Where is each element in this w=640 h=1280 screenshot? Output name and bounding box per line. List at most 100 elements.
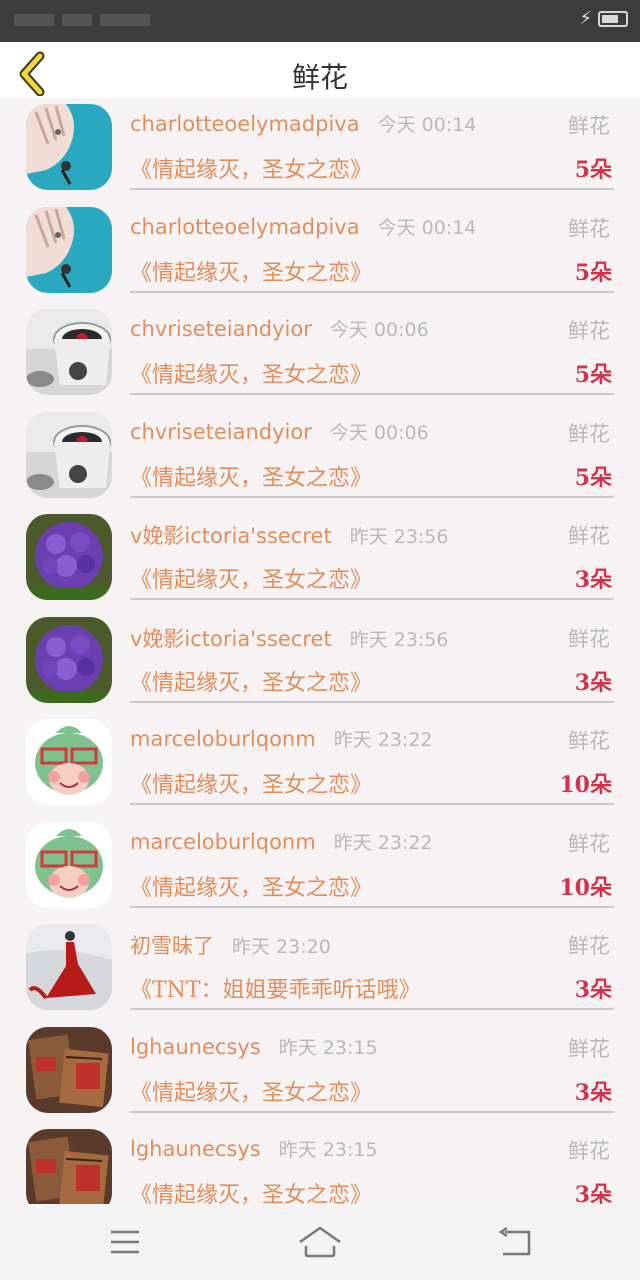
username[interactable]: v娩影ictoria'ssecret (130, 627, 332, 651)
avatar[interactable] (26, 822, 112, 908)
divider (130, 393, 614, 395)
list-item[interactable]: v娩影ictoria'ssecret 昨天 23:56 鲜花《情起缘灭，圣女之恋》 3… (0, 611, 640, 713)
gift-count: 5朵 (574, 362, 612, 388)
avatar[interactable] (26, 924, 112, 1010)
timestamp: 昨天 23:56 (349, 526, 449, 548)
username[interactable]: lghaunecsys (130, 1137, 261, 1161)
work-title-link[interactable]: 《TNT：姐姐要乖乖听话哦》 (130, 972, 421, 1004)
username[interactable]: lghaunecsys (130, 1035, 261, 1059)
list-item[interactable]: marceloburlqonm 昨天 23:22 鲜花《情起缘灭，圣女之恋》 10朵 (0, 713, 640, 815)
gift-type: 鲜花 (568, 1139, 610, 1163)
list-item[interactable]: marceloburlqonm 昨天 23:22 鲜花 《情起缘灭，圣女之恋》 10朵 (0, 816, 640, 918)
gift-type: 鲜花 (568, 524, 610, 548)
username[interactable]: v娩影ictoria'ssecret (130, 524, 332, 548)
username[interactable]: 初雪昧了 (130, 934, 214, 958)
username[interactable]: charlotteoelymadpiva (130, 215, 360, 239)
menu-icon (111, 1230, 139, 1254)
avatar[interactable] (26, 1129, 112, 1204)
charging-icon: ⚡ (579, 8, 592, 29)
gift-type: 鲜花 (568, 627, 610, 651)
list-item[interactable]: lghaunecsys 昨天 23:15 鲜花《情起缘灭，圣女之恋》 3朵 (0, 1123, 640, 1204)
avatar[interactable] (26, 309, 112, 395)
system-nav-bar (0, 1204, 640, 1280)
username[interactable]: chvriseteiandyior (130, 317, 312, 341)
list-item[interactable]: charlotteoelymadpiva 今天 00:14 鲜花《情起缘灭，圣女之恋… (0, 98, 640, 200)
username[interactable]: charlotteoelymadpiva (130, 112, 360, 136)
gift-count: 3朵 (574, 567, 612, 593)
list-item[interactable]: 初雪昧了 昨天 23:20 鲜花《TNT：姐姐要乖乖听话哦》 3朵 (0, 918, 640, 1020)
home-button[interactable] (290, 1220, 350, 1264)
avatar[interactable] (26, 719, 112, 805)
username[interactable]: chvriseteiandyior (130, 420, 312, 444)
divider (130, 1111, 614, 1113)
list-item[interactable]: v娩影ictoria'ssecret 昨天 23:56 鲜花《情起缘灭，圣女之恋》 3… (0, 508, 640, 610)
back-arrow-icon (498, 1226, 531, 1256)
gift-count: 3朵 (574, 1182, 612, 1204)
divider (130, 701, 614, 703)
gift-count: 10朵 (559, 772, 612, 798)
username[interactable]: marceloburlqonm (130, 727, 316, 751)
gift-count: 3朵 (574, 670, 612, 696)
divider (130, 803, 614, 805)
gift-count: 5朵 (574, 465, 612, 491)
gift-type: 鲜花 (568, 422, 610, 446)
timestamp: 今天 00:06 (329, 422, 429, 444)
divider (130, 1008, 614, 1010)
avatar[interactable] (26, 1027, 112, 1113)
gift-type: 鲜花 (568, 217, 610, 241)
work-title-link[interactable]: 《情起缘灭，圣女之恋》 (130, 152, 372, 184)
username[interactable]: marceloburlqonm (130, 830, 316, 854)
work-title-link[interactable]: 《情起缘灭，圣女之恋》 (130, 1177, 372, 1204)
list-item[interactable]: chvriseteiandyior 今天 00:06 鲜花《情起缘灭，圣女之恋》 5朵 (0, 406, 640, 508)
work-title-link[interactable]: 《情起缘灭，圣女之恋》 (130, 357, 372, 389)
menu-button[interactable] (95, 1220, 155, 1264)
gift-count: 5朵 (574, 157, 612, 183)
gift-type: 鲜花 (568, 319, 610, 343)
home-icon (299, 1226, 341, 1258)
gift-list[interactable]: charlotteoelymadpiva 今天 00:14 鲜花 《情起缘灭，圣女之恋… (0, 98, 640, 1204)
timestamp: 昨天 23:15 (278, 1139, 378, 1161)
timestamp: 昨天 23:20 (232, 936, 331, 958)
status-bar: ⚡ (0, 0, 640, 42)
work-title-link[interactable]: 《情起缘灭，圣女之恋》 (130, 460, 372, 492)
gift-type: 鲜花 (568, 934, 610, 958)
list-item[interactable]: charlotteoelymadpiva 今天 00:14 鲜花《情起缘灭，圣女之恋… (0, 201, 640, 303)
avatar[interactable] (26, 104, 112, 190)
list-item[interactable]: chvriseteiandyior 今天 00:06 鲜花《情起缘灭，圣女之恋》 5朵 (0, 303, 640, 405)
timestamp: 今天 00:14 (377, 114, 477, 136)
timestamp: 昨天 23:15 (278, 1037, 378, 1059)
work-title-link[interactable]: 《情起缘灭，圣女之恋》 (130, 255, 372, 287)
gift-type: 鲜花 (568, 1037, 610, 1061)
status-indicators (14, 10, 174, 28)
timestamp: 昨天 23:22 (333, 832, 433, 854)
avatar[interactable] (26, 207, 112, 293)
divider (130, 496, 614, 498)
timestamp: 今天 00:14 (377, 217, 477, 239)
work-title-link[interactable]: 《情起缘灭，圣女之恋》 (130, 562, 372, 594)
work-title-link[interactable]: 《情起缘灭，圣女之恋》 (130, 767, 372, 799)
avatar[interactable] (26, 514, 112, 600)
gift-count: 5朵 (574, 260, 612, 286)
list-item[interactable]: lghaunecsys 昨天 23:15 鲜花《情起缘灭，圣女之恋》 3朵 (0, 1021, 640, 1123)
gift-type: 鲜花 (568, 114, 610, 138)
gift-type: 鲜花 (568, 832, 610, 856)
work-title-link[interactable]: 《情起缘灭，圣女之恋》 (130, 870, 372, 902)
avatar[interactable] (26, 412, 112, 498)
gift-count: 3朵 (574, 977, 612, 1003)
divider (130, 188, 614, 190)
work-title-link[interactable]: 《情起缘灭，圣女之恋》 (130, 665, 372, 697)
timestamp: 昨天 23:56 (349, 629, 449, 651)
divider (130, 291, 614, 293)
divider (130, 906, 614, 908)
divider (130, 598, 614, 600)
avatar[interactable] (26, 617, 112, 703)
gift-type: 鲜花 (568, 729, 610, 753)
timestamp: 昨天 23:22 (333, 729, 433, 751)
work-title-link[interactable]: 《情起缘灭，圣女之恋》 (130, 1075, 372, 1107)
system-back-button[interactable] (485, 1220, 545, 1264)
battery-icon (598, 11, 628, 27)
gift-count: 3朵 (574, 1080, 612, 1106)
page-title: 鲜花 (291, 61, 348, 94)
header: 鲜花 (0, 42, 640, 98)
timestamp: 今天 00:06 (329, 319, 429, 341)
